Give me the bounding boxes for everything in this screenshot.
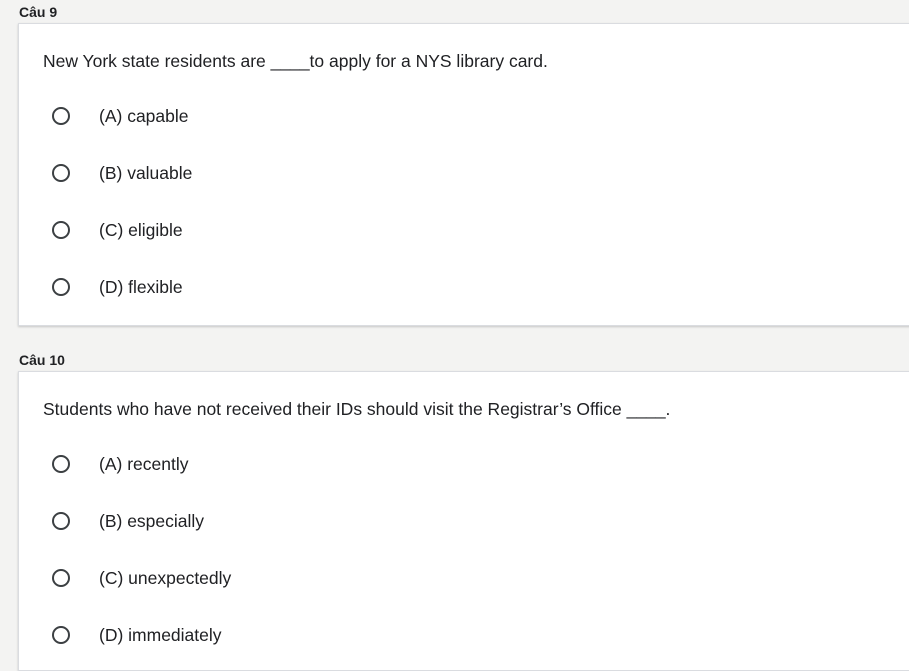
question-10-option-b[interactable]: (B) especially: [52, 509, 204, 533]
radio-button-icon[interactable]: [52, 221, 70, 239]
radio-button-icon[interactable]: [52, 164, 70, 182]
question-9-option-b[interactable]: (B) valuable: [52, 161, 192, 185]
option-label: (B) valuable: [99, 162, 193, 183]
question-10-option-a[interactable]: (A) recently: [52, 452, 188, 476]
question-9-header: Câu 9: [19, 4, 58, 20]
option-label: (A) recently: [99, 453, 189, 474]
question-9-card: New York state residents are ____to appl…: [18, 23, 909, 326]
question-9-prompt: New York state residents are ____to appl…: [43, 51, 548, 71]
radio-button-icon[interactable]: [52, 278, 70, 296]
question-10-option-c[interactable]: (C) unexpectedly: [52, 566, 231, 590]
question-10-header: Câu 10: [19, 352, 65, 368]
radio-button-icon[interactable]: [52, 107, 70, 125]
question-9-option-c[interactable]: (C) eligible: [52, 218, 183, 242]
question-10-prompt: Students who have not received their IDs…: [43, 399, 671, 419]
option-label: (D) immediately: [99, 624, 222, 645]
radio-button-icon[interactable]: [52, 626, 70, 644]
radio-button-icon[interactable]: [52, 512, 70, 530]
question-9-option-a[interactable]: (A) capable: [52, 104, 189, 128]
question-9-option-d[interactable]: (D) flexible: [52, 275, 183, 299]
option-label: (C) unexpectedly: [99, 567, 232, 588]
option-label: (B) especially: [99, 510, 205, 531]
radio-button-icon[interactable]: [52, 569, 70, 587]
question-10-card: Students who have not received their IDs…: [18, 371, 909, 671]
option-label: (D) flexible: [99, 276, 183, 297]
option-label: (A) capable: [99, 105, 189, 126]
question-10-option-d[interactable]: (D) immediately: [52, 623, 222, 647]
radio-button-icon[interactable]: [52, 455, 70, 473]
option-label: (C) eligible: [99, 219, 183, 240]
